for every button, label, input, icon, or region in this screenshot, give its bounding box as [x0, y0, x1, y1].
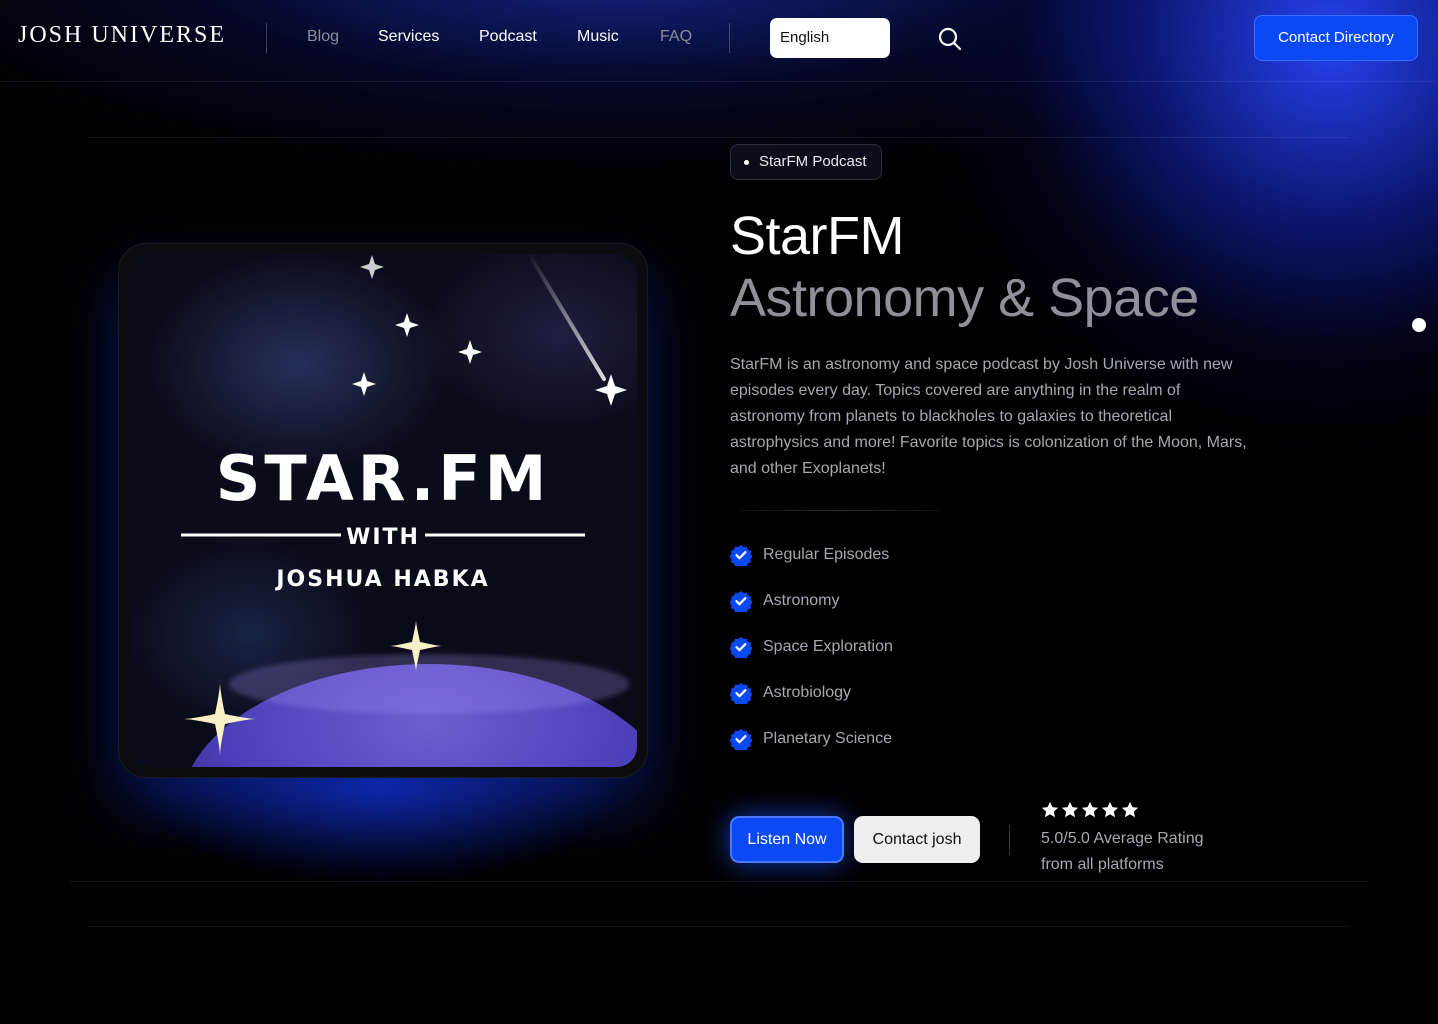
- rating-source: from all platforms: [1041, 856, 1164, 873]
- badge-label: StarFM Podcast: [759, 153, 867, 170]
- podcast-description: StarFM is an astronomy and space podcast…: [730, 356, 1247, 477]
- podcast-badge: StarFM Podcast: [730, 144, 882, 180]
- podcast-cover-art: STAR.FM WITH JOSHUA HABKA: [129, 254, 637, 767]
- section-divider: [88, 137, 1348, 138]
- search-icon[interactable]: [937, 26, 963, 52]
- rating-summary: 5.0/5.0 Average Rating from all platform…: [1041, 826, 1241, 878]
- cover-art-graphic: STAR.FM WITH JOSHUA HABKA: [181, 254, 637, 767]
- cover-with: WITH: [346, 525, 420, 550]
- site-logo[interactable]: JOSH UNIVERSE: [18, 22, 226, 49]
- page-title: StarFM: [730, 206, 905, 266]
- star-icon: [1061, 801, 1079, 818]
- star-icon: [1101, 801, 1119, 818]
- section-divider: [88, 926, 1350, 927]
- nav-services[interactable]: Services: [378, 28, 439, 46]
- star-icon: [1121, 801, 1139, 818]
- star-icon: [1081, 801, 1099, 818]
- verified-check-icon: [730, 729, 752, 750]
- verified-check-icon: [730, 637, 752, 658]
- badge-dot-icon: [744, 160, 749, 165]
- scroll-indicator[interactable]: [1412, 318, 1426, 332]
- header-divider: [266, 23, 267, 53]
- verified-check-icon: [730, 545, 752, 566]
- verified-check-icon: [730, 683, 752, 704]
- rating-value: 5.0/5.0 Average Rating: [1041, 830, 1204, 847]
- star-icon: [1041, 801, 1059, 818]
- site-header: JOSH UNIVERSE Blog Services Podcast Musi…: [0, 0, 1438, 82]
- nav-podcast[interactable]: Podcast: [479, 28, 537, 46]
- listen-now-button[interactable]: Listen Now: [730, 816, 844, 863]
- contact-directory-button[interactable]: Contact Directory: [1254, 15, 1418, 61]
- cover-host: JOSHUA HABKA: [274, 567, 489, 592]
- feature-label: Planetary Science: [763, 730, 892, 747]
- header-divider: [729, 23, 730, 53]
- language-select[interactable]: English: [770, 18, 890, 58]
- description-divider: [740, 510, 940, 511]
- cover-title: STAR.FM: [216, 442, 551, 515]
- rating-divider: [1009, 825, 1010, 855]
- page-subtitle: Astronomy & Space: [730, 268, 1199, 328]
- section-divider: [70, 881, 1368, 882]
- feature-label: Space Exploration: [763, 638, 893, 655]
- contact-josh-button[interactable]: Contact josh: [854, 816, 980, 863]
- podcast-cover-frame: STAR.FM WITH JOSHUA HABKA: [118, 243, 648, 778]
- feature-label: Astrobiology: [763, 684, 852, 701]
- feature-label: Regular Episodes: [763, 546, 890, 563]
- nav-faq[interactable]: FAQ: [660, 28, 692, 46]
- nav-blog[interactable]: Blog: [307, 28, 339, 46]
- verified-check-icon: [730, 591, 752, 612]
- nav-music[interactable]: Music: [577, 28, 619, 46]
- feature-label: Astronomy: [763, 592, 840, 609]
